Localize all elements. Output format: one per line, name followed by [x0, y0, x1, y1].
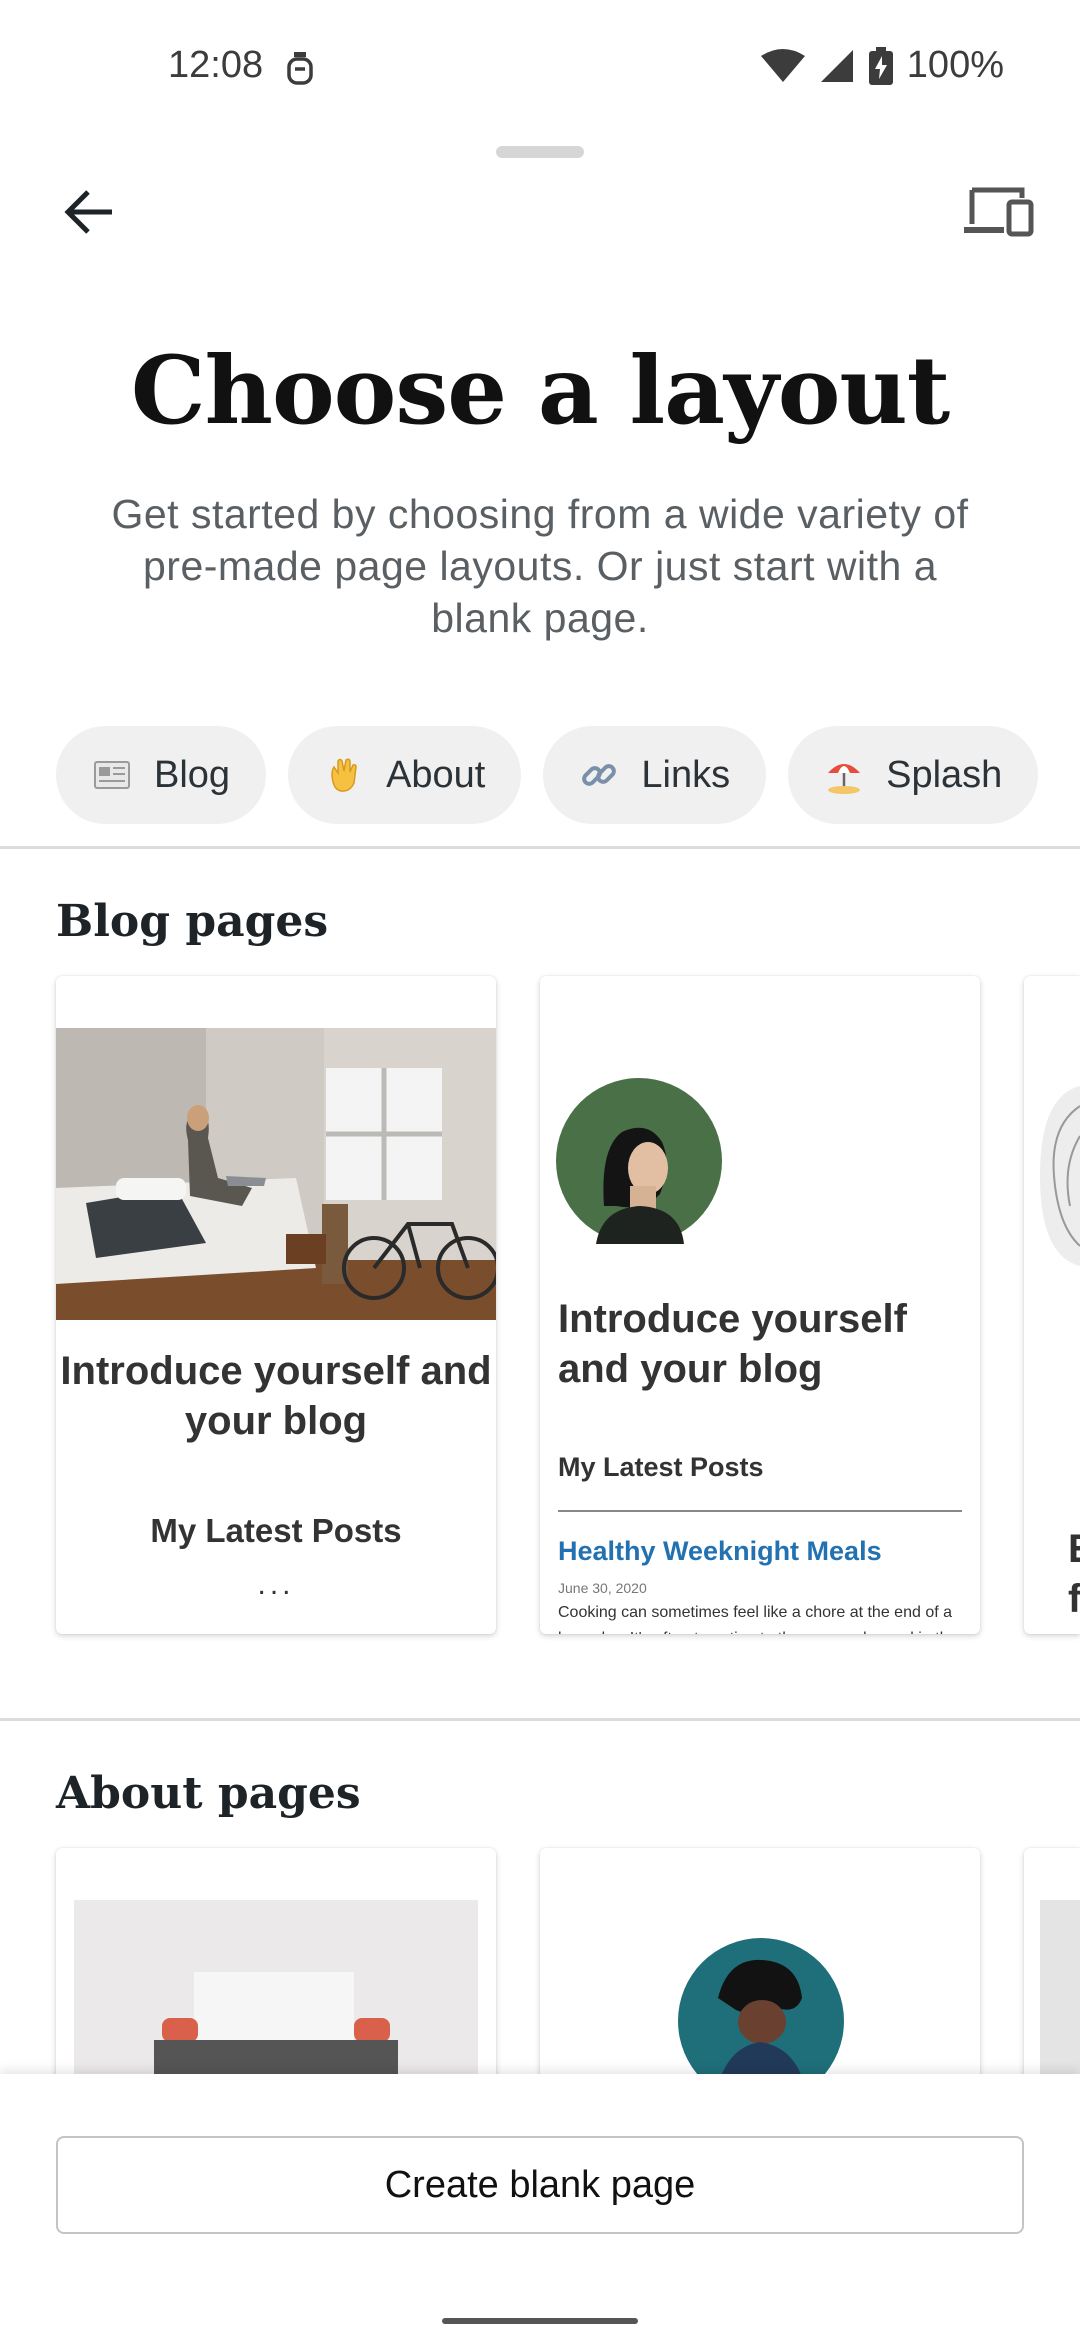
back-button[interactable] — [56, 180, 120, 244]
waving-hand-icon — [331, 758, 357, 792]
bedroom-photo — [56, 1028, 496, 1320]
divider — [0, 846, 1080, 849]
category-chips: Blog About Links Splash — [56, 726, 1039, 824]
chip-label: About — [386, 753, 486, 796]
chip-label: Splash — [886, 753, 1003, 796]
create-blank-page-button[interactable]: Create blank page — [56, 2136, 1024, 2234]
portrait-avatar — [556, 1078, 722, 1244]
card-heading: Introduce yourself and your blog — [60, 1349, 492, 1443]
status-time: 12:08 — [168, 44, 264, 86]
layout-card-blog-3[interactable]: E f — [1024, 976, 1080, 1634]
link-icon — [582, 764, 617, 786]
card-ellipsis: ... — [257, 1568, 295, 1601]
card-subheading: My Latest Posts — [558, 1452, 764, 1482]
battery-icon — [868, 46, 893, 85]
device-preview-icon — [964, 187, 1034, 237]
battery-percent: 100% — [906, 44, 1004, 86]
chip-splash[interactable]: Splash — [788, 726, 1039, 824]
chip-label: Blog — [154, 753, 231, 796]
page-subtitle: Get started by choosing from a wide vari… — [111, 491, 969, 641]
newspaper-icon — [94, 761, 130, 789]
arrow-left-icon — [64, 190, 112, 234]
layout-card-blog-2[interactable]: Introduce yourself and your blog My Late… — [540, 976, 980, 1634]
signal-icon — [820, 49, 853, 82]
post-date: June 30, 2020 — [558, 1580, 647, 1596]
home-indicator[interactable] — [442, 2318, 638, 2324]
chip-blog[interactable]: Blog — [56, 726, 267, 824]
bottom-action-bar: Create blank page — [0, 2074, 1080, 2340]
card-subheading: My Latest Posts — [150, 1512, 402, 1549]
layout-card-blog-1[interactable]: Introduce yourself and your blog My Late… — [56, 976, 496, 1634]
chip-label: Links — [641, 753, 731, 796]
chip-about[interactable]: About — [288, 726, 522, 824]
sketch-avatar — [1040, 1086, 1080, 1266]
wifi-icon — [760, 48, 805, 82]
card-divider — [558, 1510, 962, 1512]
beach-umbrella-icon — [828, 764, 861, 794]
card-heading: Introduce yourself and your blog — [558, 1297, 907, 1391]
section-title-about: About pages — [56, 1768, 361, 1819]
status-bar: 12:08 100% — [0, 0, 1080, 140]
alarm-icon — [287, 52, 313, 85]
post-excerpt: Cooking can sometimes feel like a chore … — [558, 1604, 957, 1634]
divider — [0, 1718, 1080, 1721]
page-title: Choose a layout — [130, 336, 950, 446]
card-partial-text: E f — [1068, 1527, 1080, 1621]
post-title: Healthy Weeknight Meals — [558, 1536, 882, 1566]
device-preview-button[interactable] — [958, 180, 1038, 244]
sheet-drag-handle[interactable] — [496, 146, 584, 158]
chip-links[interactable]: Links — [543, 726, 767, 824]
section-title-blog: Blog pages — [56, 896, 329, 947]
